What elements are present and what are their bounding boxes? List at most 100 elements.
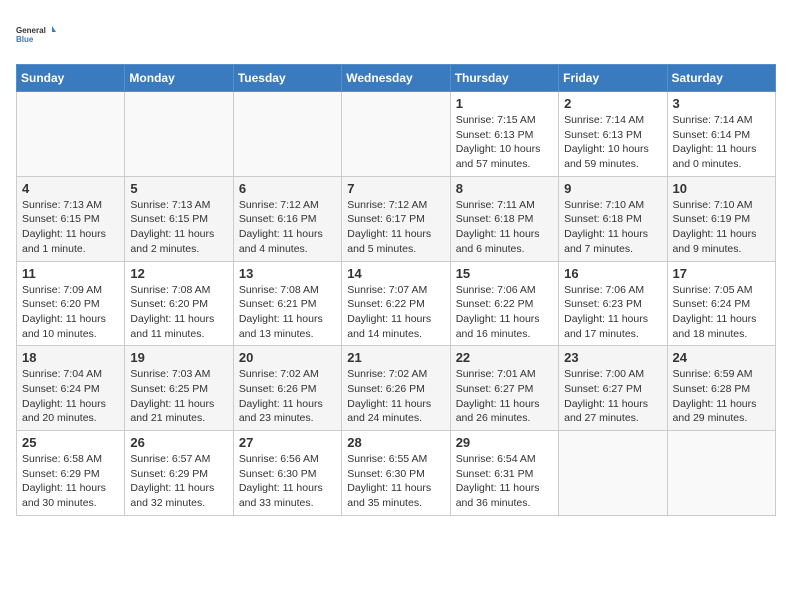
day-cell: [125, 92, 233, 177]
day-cell: 16Sunrise: 7:06 AMSunset: 6:23 PMDayligh…: [559, 261, 667, 346]
day-number: 19: [130, 350, 227, 365]
header: General Blue: [16, 16, 776, 52]
week-row-0: 1 Sunrise: 7:15 AMSunset: 6:13 PMDaylight…: [17, 92, 776, 177]
header-day-wednesday: Wednesday: [342, 65, 450, 92]
day-info: Sunrise: 7:12 AMSunset: 6:16 PMDaylight:…: [239, 198, 336, 257]
day-cell: 4 Sunrise: 7:13 AMSunset: 6:15 PMDaylight…: [17, 176, 125, 261]
logo: General Blue: [16, 16, 56, 52]
day-number: 4: [22, 181, 119, 196]
header-day-monday: Monday: [125, 65, 233, 92]
day-cell: 17 Sunrise: 7:05 AMSunset: 6:24 PMDayligh…: [667, 261, 775, 346]
header-day-thursday: Thursday: [450, 65, 558, 92]
day-cell: 1 Sunrise: 7:15 AMSunset: 6:13 PMDaylight…: [450, 92, 558, 177]
day-info: Sunrise: 7:00 AMSunset: 6:27 PMDaylight:…: [564, 367, 661, 426]
day-cell: 14 Sunrise: 7:07 AMSunset: 6:22 PMDayligh…: [342, 261, 450, 346]
day-cell: 27 Sunrise: 6:56 AMSunset: 6:30 PMDayligh…: [233, 431, 341, 516]
day-number: 29: [456, 435, 553, 450]
day-info: Sunrise: 7:10 AMSunset: 6:19 PMDaylight:…: [673, 198, 770, 257]
day-cell: [559, 431, 667, 516]
day-info: Sunrise: 7:04 AMSunset: 6:24 PMDaylight:…: [22, 367, 119, 426]
day-cell: 26 Sunrise: 6:57 AMSunset: 6:29 PMDayligh…: [125, 431, 233, 516]
day-cell: 29 Sunrise: 6:54 AMSunset: 6:31 PMDayligh…: [450, 431, 558, 516]
day-info: Sunrise: 7:09 AMSunset: 6:20 PMDaylight:…: [22, 283, 119, 342]
day-cell: 6 Sunrise: 7:12 AMSunset: 6:16 PMDaylight…: [233, 176, 341, 261]
day-number: 18: [22, 350, 119, 365]
day-info: Sunrise: 7:12 AMSunset: 6:17 PMDaylight:…: [347, 198, 444, 257]
day-info: Sunrise: 7:13 AMSunset: 6:15 PMDaylight:…: [22, 198, 119, 257]
day-cell: 10 Sunrise: 7:10 AMSunset: 6:19 PMDayligh…: [667, 176, 775, 261]
day-info: Sunrise: 6:55 AMSunset: 6:30 PMDaylight:…: [347, 452, 444, 511]
day-cell: 13 Sunrise: 7:08 AMSunset: 6:21 PMDayligh…: [233, 261, 341, 346]
day-number: 6: [239, 181, 336, 196]
day-number: 14: [347, 266, 444, 281]
calendar-table: SundayMondayTuesdayWednesdayThursdayFrid…: [16, 64, 776, 516]
week-row-4: 25Sunrise: 6:58 AMSunset: 6:29 PMDayligh…: [17, 431, 776, 516]
day-cell: 24 Sunrise: 6:59 AMSunset: 6:28 PMDayligh…: [667, 346, 775, 431]
day-cell: 22Sunrise: 7:01 AMSunset: 6:27 PMDayligh…: [450, 346, 558, 431]
day-number: 25: [22, 435, 119, 450]
day-info: Sunrise: 7:08 AMSunset: 6:21 PMDaylight:…: [239, 283, 336, 342]
day-number: 28: [347, 435, 444, 450]
day-cell: 21 Sunrise: 7:02 AMSunset: 6:26 PMDayligh…: [342, 346, 450, 431]
day-info: Sunrise: 7:15 AMSunset: 6:13 PMDaylight:…: [456, 113, 553, 172]
day-info: Sunrise: 7:14 AMSunset: 6:14 PMDaylight:…: [673, 113, 770, 172]
day-cell: [667, 431, 775, 516]
day-cell: 5 Sunrise: 7:13 AMSunset: 6:15 PMDaylight…: [125, 176, 233, 261]
day-info: Sunrise: 6:56 AMSunset: 6:30 PMDaylight:…: [239, 452, 336, 511]
day-info: Sunrise: 7:07 AMSunset: 6:22 PMDaylight:…: [347, 283, 444, 342]
day-number: 1: [456, 96, 553, 111]
week-row-3: 18 Sunrise: 7:04 AMSunset: 6:24 PMDayligh…: [17, 346, 776, 431]
day-cell: 28 Sunrise: 6:55 AMSunset: 6:30 PMDayligh…: [342, 431, 450, 516]
day-number: 10: [673, 181, 770, 196]
day-number: 22: [456, 350, 553, 365]
day-number: 20: [239, 350, 336, 365]
day-number: 3: [673, 96, 770, 111]
day-number: 24: [673, 350, 770, 365]
day-number: 16: [564, 266, 661, 281]
day-cell: 25Sunrise: 6:58 AMSunset: 6:29 PMDayligh…: [17, 431, 125, 516]
day-cell: 23 Sunrise: 7:00 AMSunset: 6:27 PMDayligh…: [559, 346, 667, 431]
day-info: Sunrise: 7:02 AMSunset: 6:26 PMDaylight:…: [239, 367, 336, 426]
day-cell: 15Sunrise: 7:06 AMSunset: 6:22 PMDayligh…: [450, 261, 558, 346]
day-number: 5: [130, 181, 227, 196]
day-info: Sunrise: 7:13 AMSunset: 6:15 PMDaylight:…: [130, 198, 227, 257]
day-cell: 3 Sunrise: 7:14 AMSunset: 6:14 PMDaylight…: [667, 92, 775, 177]
day-info: Sunrise: 7:08 AMSunset: 6:20 PMDaylight:…: [130, 283, 227, 342]
header-day-friday: Friday: [559, 65, 667, 92]
day-cell: 2Sunrise: 7:14 AMSunset: 6:13 PMDaylight…: [559, 92, 667, 177]
day-cell: 11 Sunrise: 7:09 AMSunset: 6:20 PMDayligh…: [17, 261, 125, 346]
day-info: Sunrise: 7:02 AMSunset: 6:26 PMDaylight:…: [347, 367, 444, 426]
svg-text:Blue: Blue: [16, 35, 34, 44]
day-number: 13: [239, 266, 336, 281]
day-info: Sunrise: 6:57 AMSunset: 6:29 PMDaylight:…: [130, 452, 227, 511]
week-row-1: 4 Sunrise: 7:13 AMSunset: 6:15 PMDaylight…: [17, 176, 776, 261]
day-number: 11: [22, 266, 119, 281]
day-info: Sunrise: 6:59 AMSunset: 6:28 PMDaylight:…: [673, 367, 770, 426]
day-number: 17: [673, 266, 770, 281]
day-cell: 12 Sunrise: 7:08 AMSunset: 6:20 PMDayligh…: [125, 261, 233, 346]
day-cell: 18 Sunrise: 7:04 AMSunset: 6:24 PMDayligh…: [17, 346, 125, 431]
day-info: Sunrise: 6:54 AMSunset: 6:31 PMDaylight:…: [456, 452, 553, 511]
day-number: 27: [239, 435, 336, 450]
day-number: 23: [564, 350, 661, 365]
day-number: 15: [456, 266, 553, 281]
day-info: Sunrise: 7:03 AMSunset: 6:25 PMDaylight:…: [130, 367, 227, 426]
day-cell: 7 Sunrise: 7:12 AMSunset: 6:17 PMDaylight…: [342, 176, 450, 261]
day-number: 8: [456, 181, 553, 196]
day-info: Sunrise: 7:11 AMSunset: 6:18 PMDaylight:…: [456, 198, 553, 257]
header-day-tuesday: Tuesday: [233, 65, 341, 92]
day-number: 9: [564, 181, 661, 196]
header-day-sunday: Sunday: [17, 65, 125, 92]
day-number: 7: [347, 181, 444, 196]
week-row-2: 11 Sunrise: 7:09 AMSunset: 6:20 PMDayligh…: [17, 261, 776, 346]
header-row: SundayMondayTuesdayWednesdayThursdayFrid…: [17, 65, 776, 92]
day-cell: 20 Sunrise: 7:02 AMSunset: 6:26 PMDayligh…: [233, 346, 341, 431]
day-number: 26: [130, 435, 227, 450]
logo-icon: General Blue: [16, 16, 56, 52]
day-info: Sunrise: 7:10 AMSunset: 6:18 PMDaylight:…: [564, 198, 661, 257]
header-day-saturday: Saturday: [667, 65, 775, 92]
day-number: 12: [130, 266, 227, 281]
day-info: Sunrise: 7:05 AMSunset: 6:24 PMDaylight:…: [673, 283, 770, 342]
day-number: 2: [564, 96, 661, 111]
day-number: 21: [347, 350, 444, 365]
